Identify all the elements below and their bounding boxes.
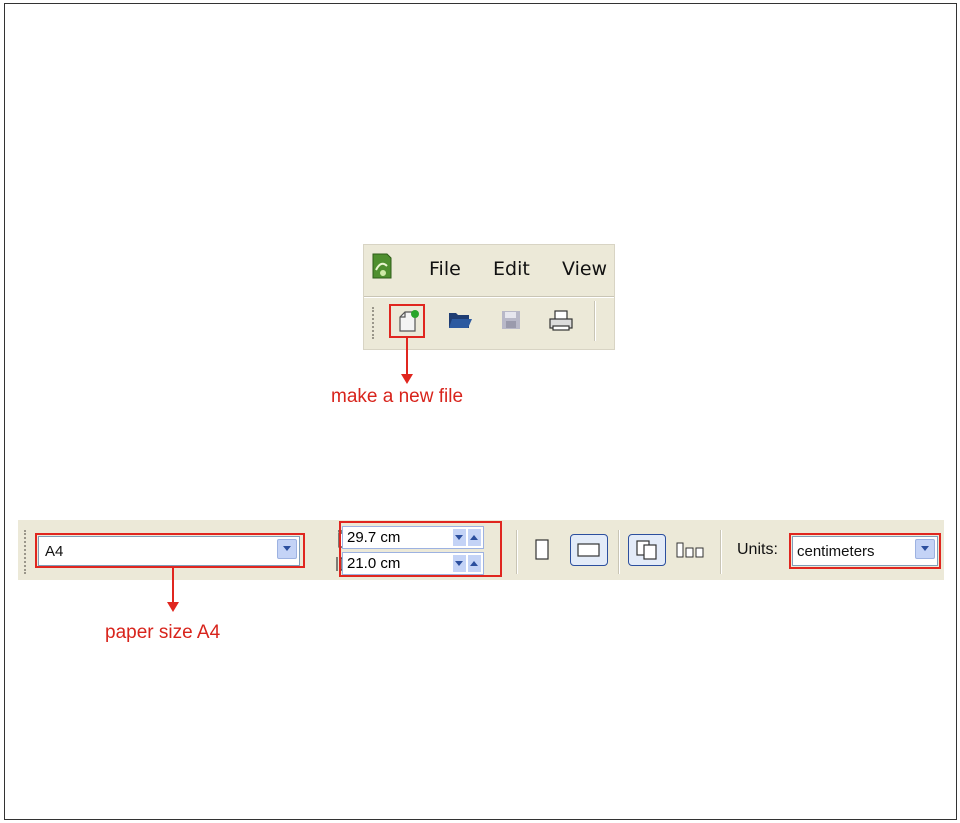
menu-view[interactable]: View bbox=[562, 258, 607, 280]
printer-icon bbox=[549, 310, 573, 331]
save-button[interactable] bbox=[497, 305, 525, 335]
property-separator-2 bbox=[618, 530, 620, 574]
dimensions-highlight bbox=[339, 521, 502, 577]
menu-edit[interactable]: Edit bbox=[493, 258, 530, 280]
property-separator-3 bbox=[720, 530, 722, 574]
units-label: Units: bbox=[737, 541, 778, 558]
landscape-icon bbox=[577, 543, 600, 557]
paper-size-highlight bbox=[35, 533, 305, 568]
all-pages-button[interactable] bbox=[628, 534, 666, 566]
units-highlight bbox=[789, 533, 941, 569]
property-bar-grip[interactable] bbox=[24, 530, 28, 574]
current-page-icon bbox=[676, 542, 704, 558]
menu-divider bbox=[364, 296, 614, 298]
save-disk-icon bbox=[502, 311, 520, 329]
all-pages-icon bbox=[636, 540, 657, 560]
new-file-arrow-head bbox=[401, 374, 413, 384]
menu-bar: File Edit View bbox=[364, 245, 614, 295]
property-separator bbox=[516, 530, 518, 574]
open-folder-icon bbox=[449, 313, 472, 328]
portrait-button[interactable] bbox=[534, 538, 550, 562]
toolbar-separator bbox=[594, 301, 596, 341]
new-file-callout: make a new file bbox=[331, 386, 464, 407]
app-logo-icon bbox=[372, 253, 392, 279]
paper-size-arrow-head bbox=[167, 602, 179, 612]
paper-size-callout: paper size A4 bbox=[105, 622, 221, 643]
open-file-button[interactable] bbox=[444, 305, 472, 335]
portrait-icon bbox=[535, 539, 549, 560]
new-file-highlight bbox=[389, 304, 425, 338]
new-file-arrow bbox=[406, 338, 408, 376]
print-button[interactable] bbox=[545, 305, 573, 335]
landscape-button[interactable] bbox=[570, 534, 608, 566]
paper-size-arrow bbox=[172, 568, 174, 604]
current-page-button[interactable] bbox=[676, 540, 706, 560]
figure-frame bbox=[4, 3, 957, 820]
toolbar-grip[interactable] bbox=[372, 307, 376, 339]
menu-file[interactable]: File bbox=[429, 258, 461, 280]
